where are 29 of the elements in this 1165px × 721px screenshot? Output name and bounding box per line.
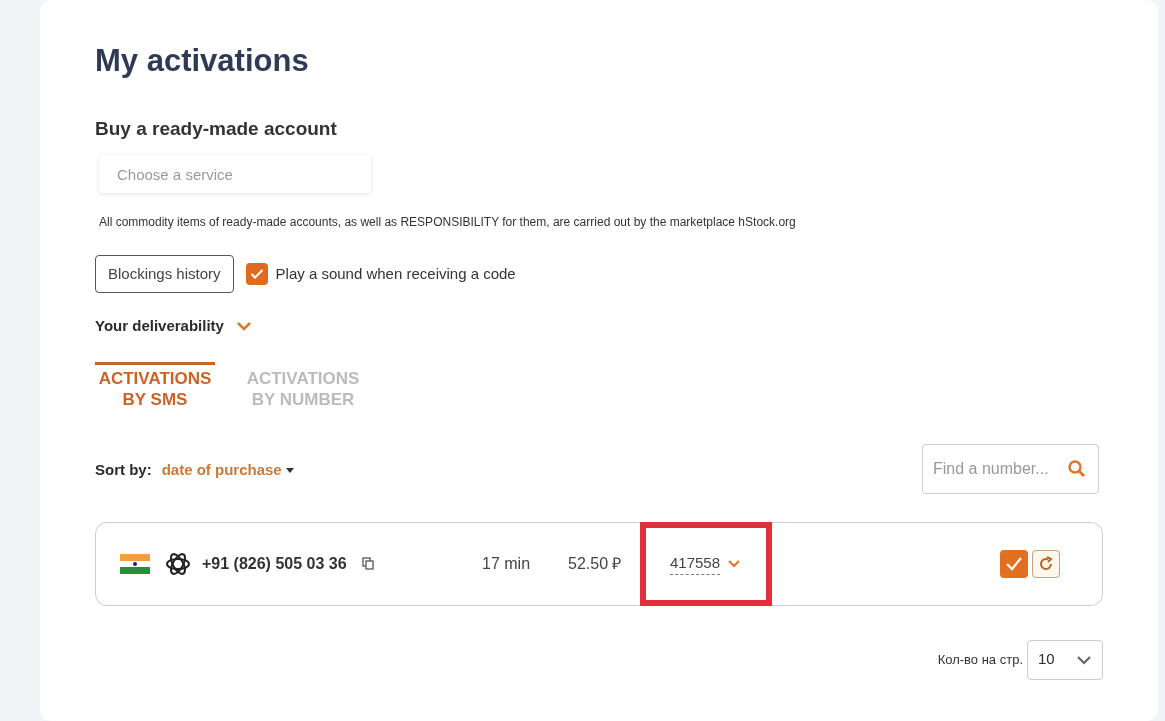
search-icon[interactable] <box>1067 458 1087 479</box>
chevron-icon <box>1076 654 1092 665</box>
check-icon <box>1005 555 1023 572</box>
service-select[interactable]: Choose a service <box>99 155 371 193</box>
price-text: 52.50 ₽ <box>568 553 623 574</box>
caret-icon <box>285 468 294 473</box>
sort-label: Sort by: <box>95 460 152 481</box>
phone-number: +91 (826) 505 03 36 <box>202 553 348 574</box>
confirm-button[interactable] <box>1000 549 1028 578</box>
tab[interactable]: ACTIVATIONS BY SMS <box>95 361 215 410</box>
search-field[interactable]: Find a number... <box>922 443 1099 494</box>
flag-icon <box>120 553 150 574</box>
per-page-select[interactable]: 10 <box>1027 639 1103 680</box>
sms-code-link[interactable]: 417558 <box>670 551 721 576</box>
notice-text: All commodity items of ready-made accounts, as well as RESPONSIBILITY for them, are carried out by the marketplace hStock.org <box>99 214 797 231</box>
duration-text: 17 min <box>482 553 532 574</box>
refresh-button[interactable] <box>1032 549 1060 578</box>
refresh-icon <box>1037 554 1055 573</box>
copy-icon[interactable] <box>362 557 374 570</box>
checkbox-label: Play a sound when receiving a code <box>275 263 516 284</box>
blockings-history-button[interactable]: Blockings history <box>95 255 234 293</box>
page-title: My activations <box>95 42 310 80</box>
checkbox[interactable] <box>245 263 268 285</box>
chevron-icon <box>728 559 741 568</box>
per-page-label: Кол-во на стр. <box>937 650 1023 669</box>
section-heading: Buy a ready-made account <box>95 116 338 141</box>
check-icon <box>249 268 264 280</box>
chevron-icon[interactable] <box>235 321 252 332</box>
deliverability-label: Your deliverability <box>95 316 224 336</box>
